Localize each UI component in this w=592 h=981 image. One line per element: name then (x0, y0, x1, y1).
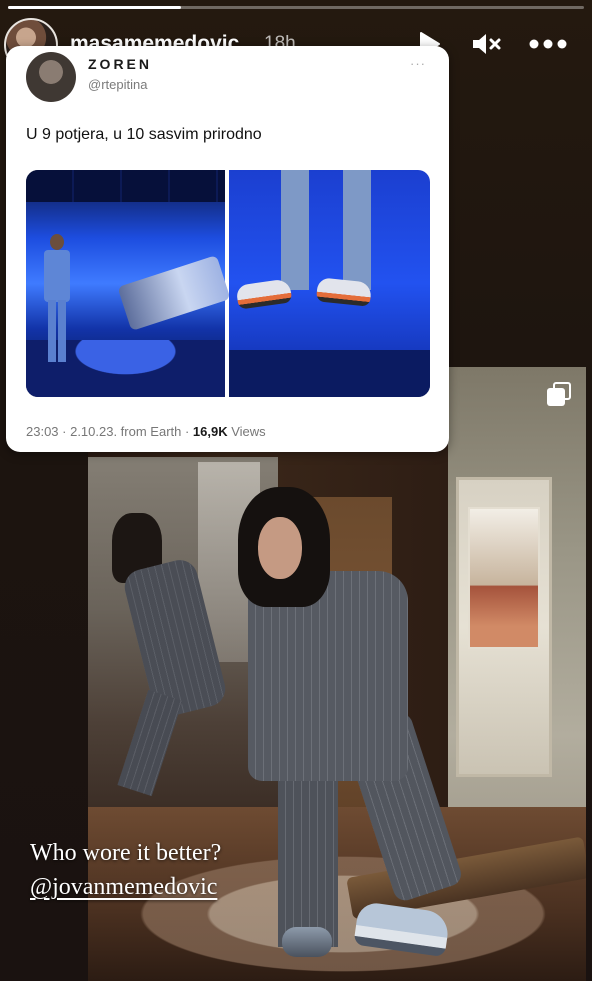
story-caption: Who wore it better? @jovanmemedovic (30, 836, 221, 904)
story-viewer[interactable]: masamemedovic 18h ZOREN @rtepitina ··· U… (0, 0, 592, 981)
tweet-photo-stage (26, 170, 231, 397)
mention-link[interactable]: @jovanmemedovic (30, 874, 217, 900)
speaker-muted-icon-glyph (473, 34, 501, 54)
game-show-desk (117, 255, 231, 331)
caption-question: Who wore it better? (30, 840, 222, 866)
sneaker-left (235, 278, 293, 310)
more-horizontal-icon[interactable] (528, 30, 568, 58)
story-progress-bar (8, 6, 584, 9)
host-legs (48, 300, 66, 362)
tweet-author-name: ZOREN (88, 56, 152, 72)
tweet-media (26, 170, 430, 397)
tweet-more-icon: ··· (410, 56, 426, 71)
reflection-suit (120, 556, 230, 720)
host-figure (42, 234, 72, 368)
reflection-leg (117, 689, 183, 797)
tweet-author-handle: @rtepitina (88, 77, 148, 92)
face (258, 517, 302, 579)
host-suit (44, 250, 70, 302)
stage-lights (26, 170, 225, 202)
tweet-views-count: 16,9K (192, 424, 228, 439)
speaker-muted-icon[interactable] (470, 30, 504, 58)
mirror-reflection (102, 513, 230, 813)
stage-floor-closeup (229, 350, 430, 397)
story-progress-fill (8, 6, 181, 9)
tweet-card[interactable]: ZOREN @rtepitina ··· U 9 potjera, u 10 s… (6, 46, 449, 452)
tweet-date: 23:03 · 2.10.23. from Earth · (26, 424, 193, 439)
tweet-text: U 9 potjera, u 10 sasvim prirodno (26, 126, 262, 143)
door-window (468, 507, 540, 649)
multiple-photos-icon (546, 381, 572, 407)
suit-pants (278, 767, 338, 947)
tweet-views-label: Views (227, 424, 266, 439)
tweet-photo-sneakers (229, 170, 430, 397)
trouser-legs (251, 170, 391, 290)
tweet-author-avatar (26, 52, 76, 102)
woman-in-pinstripe-suit (238, 487, 478, 967)
multiple-photos-icon-front (547, 388, 565, 406)
sneaker-standing (282, 927, 332, 957)
tweet-meta: 23:03 · 2.10.23. from Earth · 16,9K View… (26, 424, 266, 439)
sneaker-raised (353, 900, 451, 958)
host-head (50, 234, 64, 250)
more-horizontal-icon-glyph (529, 39, 567, 49)
